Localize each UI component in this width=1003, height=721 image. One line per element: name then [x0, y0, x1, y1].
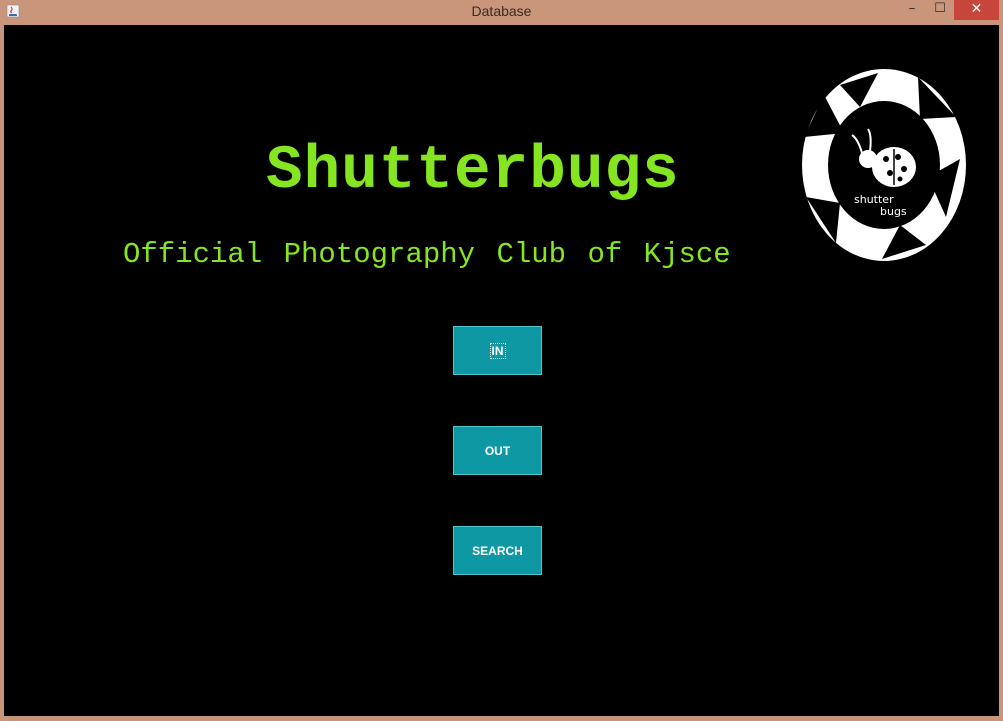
maximize-button[interactable]: ☐ [926, 0, 954, 20]
in-button[interactable]: IN [453, 326, 542, 375]
window-title: Database [471, 3, 532, 19]
minimize-button[interactable]: – [898, 0, 926, 20]
logo-text-bugs: bugs [880, 205, 907, 218]
in-button-label: IN [489, 342, 506, 359]
main-panel: Shutterbugs Official Photography Club of… [4, 25, 999, 716]
window-titlebar: Database – ☐ ✕ [0, 0, 1003, 24]
out-button-label: OUT [484, 443, 511, 458]
search-button-label: SEARCH [472, 543, 523, 558]
out-button[interactable]: OUT [453, 426, 542, 475]
app-subheading: Official Photography Club of Kjsce [123, 238, 731, 271]
search-button[interactable]: SEARCH [453, 526, 542, 575]
camera-aperture-ladybug-logo: shutter bugs [802, 69, 966, 261]
app-heading: Shutterbugs [266, 137, 680, 206]
close-button[interactable]: ✕ [954, 0, 999, 20]
